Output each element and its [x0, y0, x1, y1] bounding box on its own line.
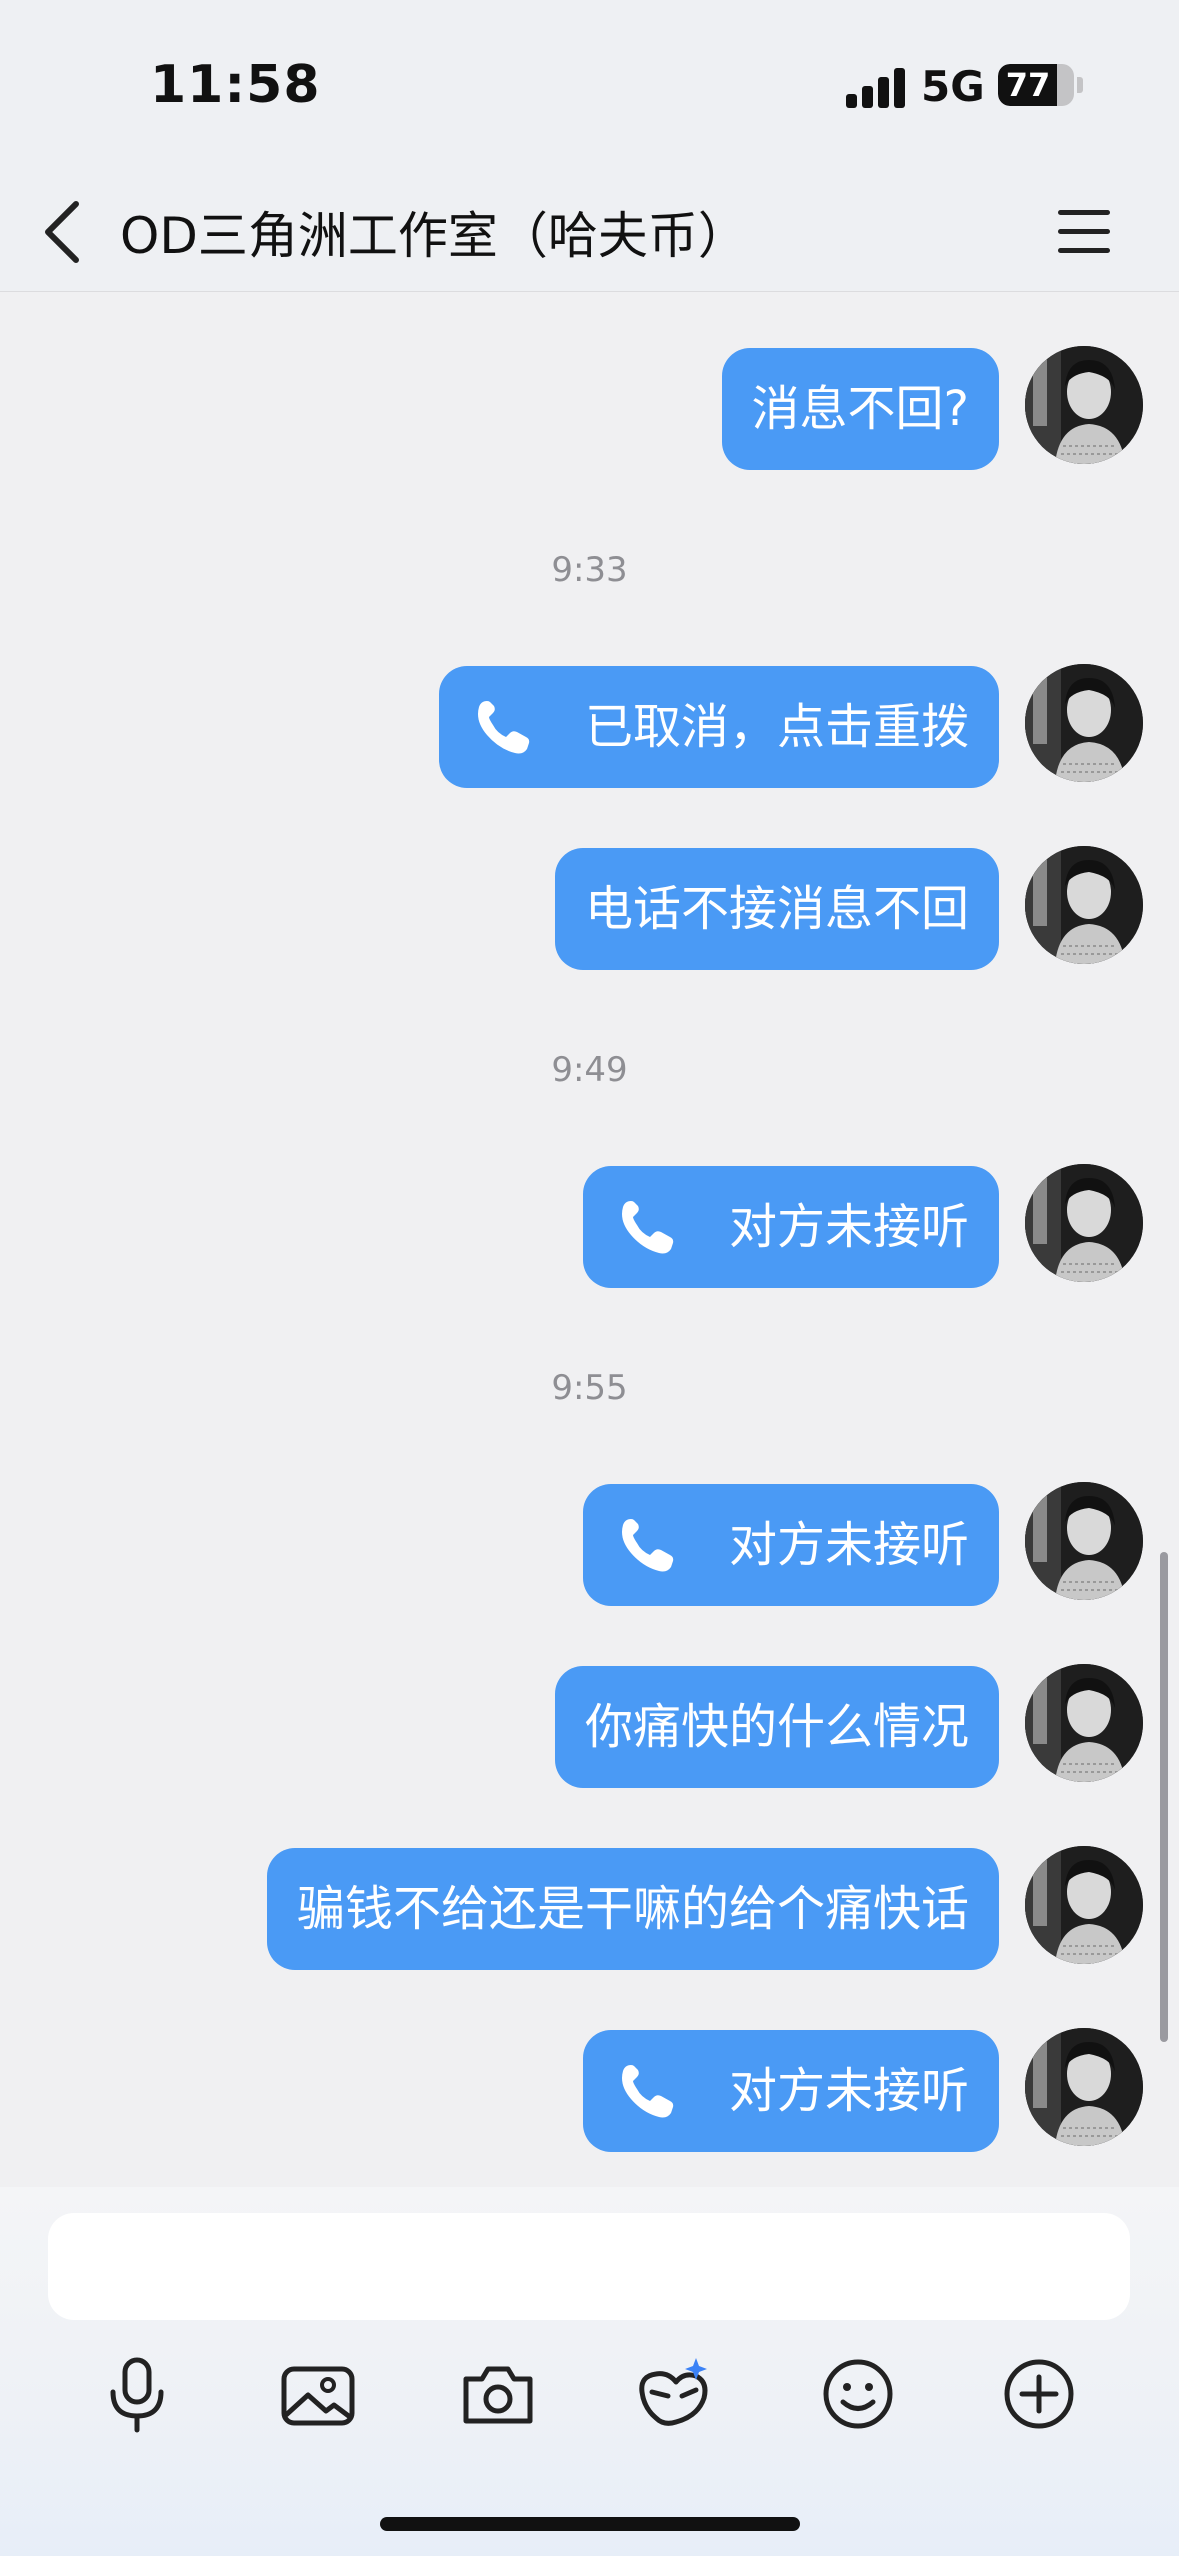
- microphone-icon[interactable]: [92, 2349, 182, 2439]
- battery-cap: [1077, 77, 1083, 93]
- image-icon[interactable]: [273, 2349, 363, 2439]
- phone-icon: [621, 1201, 674, 1254]
- message-bubble[interactable]: 你痛快的什么情况: [554, 1666, 999, 1788]
- message-text: 已取消，点击重拨: [584, 699, 969, 755]
- home-indicator[interactable]: [380, 2517, 800, 2531]
- phone-icon: [477, 701, 530, 754]
- avatar[interactable]: [1025, 1164, 1143, 1282]
- avatar-image: [1025, 1482, 1143, 1600]
- call-bubble[interactable]: 已取消，点击重拨: [438, 666, 999, 788]
- menu-button[interactable]: [1056, 206, 1114, 256]
- message-text: 对方未接听: [728, 1517, 969, 1573]
- avatar-image: [1025, 2028, 1143, 2146]
- avatar[interactable]: [1025, 664, 1143, 782]
- plus-icon[interactable]: [994, 2349, 1084, 2439]
- message-text: 电话不接消息不回: [584, 881, 969, 937]
- timestamp: 9:33: [551, 550, 628, 590]
- status-bar: 11:58 5G 77: [0, 0, 1179, 170]
- sticker-icon[interactable]: [630, 2349, 720, 2439]
- avatar[interactable]: [1025, 846, 1143, 964]
- message-bubble[interactable]: 电话不接消息不回: [554, 848, 999, 970]
- avatar[interactable]: [1025, 1482, 1143, 1600]
- message-text: 对方未接听: [728, 2063, 969, 2119]
- avatar-image: [1025, 664, 1143, 782]
- avatar[interactable]: [1025, 2028, 1143, 2146]
- status-time: 11:58: [150, 55, 321, 115]
- message-text: 对方未接听: [728, 1199, 969, 1255]
- chevron-left-icon: [45, 201, 79, 263]
- call-bubble[interactable]: 对方未接听: [582, 2030, 999, 2152]
- battery-icon: 77: [998, 64, 1074, 106]
- emoji-icon[interactable]: [813, 2349, 903, 2439]
- phone-icon: [621, 2065, 674, 2118]
- battery-level: 77: [1005, 66, 1051, 104]
- message-text: 你痛快的什么情况: [584, 1699, 969, 1755]
- timestamp: 9:49: [551, 1050, 628, 1090]
- avatar[interactable]: [1025, 346, 1143, 464]
- network-type: 5G: [921, 62, 985, 111]
- back-button[interactable]: [36, 192, 96, 272]
- timestamp: 9:55: [551, 1368, 628, 1408]
- chat-title: OD三角洲工作室（哈夫币）: [120, 207, 748, 265]
- message-input[interactable]: [48, 2213, 1130, 2320]
- avatar-image: [1025, 846, 1143, 964]
- avatar-image: [1025, 1664, 1143, 1782]
- message-list[interactable]: 消息不回? 9:33 已取消，点击重拨 电话不接消息不回 9:49 对方未接听 9:55 对方…: [0, 292, 1179, 2187]
- camera-icon[interactable]: [453, 2349, 543, 2439]
- scrollbar[interactable]: [1160, 1552, 1168, 2042]
- signal-icon: [846, 66, 906, 108]
- message-text: 消息不回?: [751, 381, 969, 437]
- input-area: [0, 2187, 1179, 2556]
- avatar-image: [1025, 1846, 1143, 1964]
- avatar-image: [1025, 1164, 1143, 1282]
- call-bubble[interactable]: 对方未接听: [582, 1484, 999, 1606]
- avatar[interactable]: [1025, 1846, 1143, 1964]
- message-bubble[interactable]: 骗钱不给还是干嘛的给个痛快话: [266, 1848, 999, 1970]
- avatar-image: [1025, 346, 1143, 464]
- avatar[interactable]: [1025, 1664, 1143, 1782]
- call-bubble[interactable]: 对方未接听: [582, 1166, 999, 1288]
- phone-icon: [621, 1519, 674, 1572]
- message-bubble[interactable]: 消息不回?: [721, 348, 999, 470]
- message-text: 骗钱不给还是干嘛的给个痛快话: [296, 1881, 969, 1937]
- chat-header: OD三角洲工作室（哈夫币）: [0, 170, 1179, 292]
